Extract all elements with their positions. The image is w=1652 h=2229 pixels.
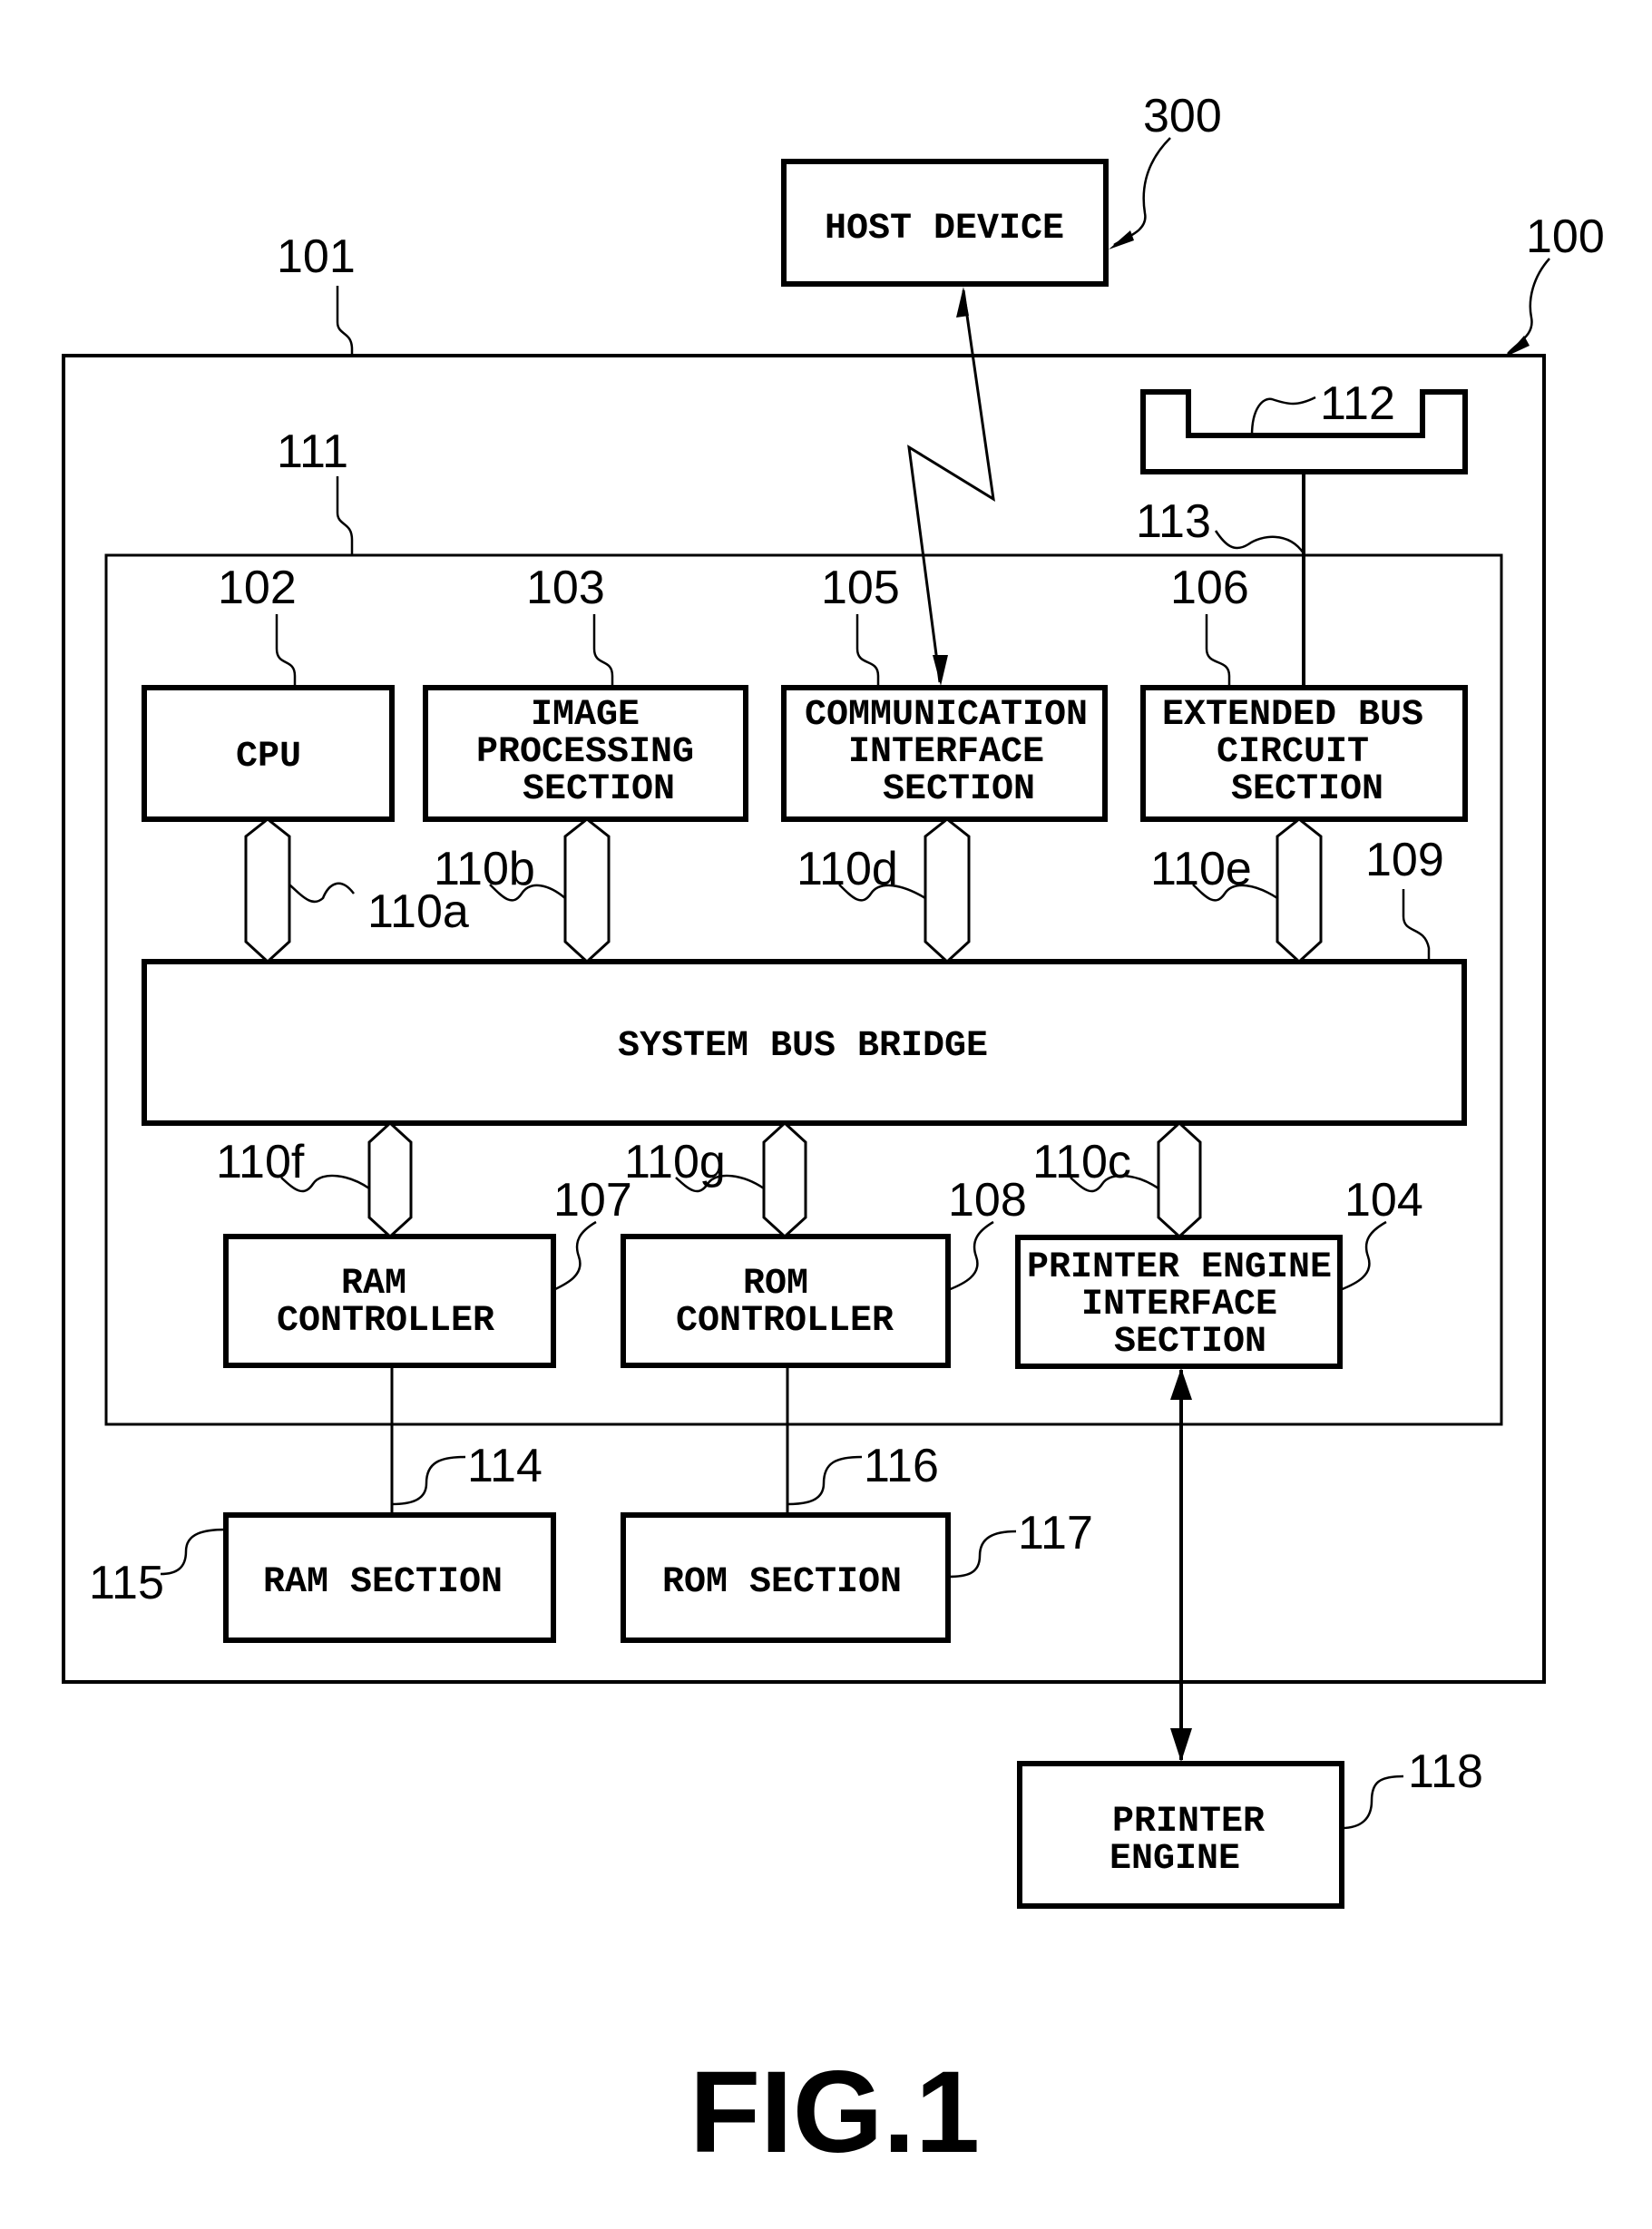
- ref-104: 104: [1344, 1174, 1423, 1227]
- ram-section-label: RAM SECTION: [263, 1562, 503, 1603]
- image-processing-label-2: PROCESSING: [476, 732, 694, 773]
- ref-102: 102: [218, 562, 297, 614]
- leader-105: [855, 614, 880, 688]
- ref-110g: 110g: [624, 1136, 726, 1188]
- rom-controller-label-1: ROM: [743, 1264, 808, 1305]
- leader-108: [947, 1220, 994, 1292]
- printer-engine-interface-label-2: INTERFACE: [1081, 1285, 1277, 1325]
- leader-103: [592, 614, 614, 688]
- leader-116: [787, 1455, 863, 1506]
- ref-115: 115: [89, 1557, 164, 1609]
- figure-caption: FIG.1: [689, 2048, 980, 2177]
- image-processing-label-1: IMAGE: [531, 695, 640, 736]
- ref-118: 118: [1408, 1745, 1483, 1798]
- ref-112: 112: [1320, 377, 1395, 430]
- leader-110a: [288, 882, 355, 904]
- expansion-slot-shape: [1140, 389, 1468, 474]
- arrow-up-host-icon: [956, 287, 969, 318]
- bus-connector-110d: [924, 817, 971, 964]
- wireless-link-line: [907, 289, 995, 683]
- arrow-down-printer-engine-icon: [1170, 1728, 1192, 1762]
- ref-117: 117: [1018, 1507, 1093, 1559]
- rom-controller-label-2: CONTROLLER: [676, 1301, 894, 1342]
- leader-111: [336, 476, 354, 555]
- ref-108: 108: [948, 1174, 1027, 1227]
- printer-engine-label-2: ENGINE: [1109, 1839, 1240, 1880]
- printer-engine-interface-label-1: PRINTER ENGINE: [1027, 1247, 1332, 1288]
- cpu-label: CPU: [236, 737, 301, 777]
- ref-103: 103: [526, 562, 605, 614]
- bus-connector-110e: [1276, 817, 1323, 964]
- rom-section-label: ROM SECTION: [662, 1562, 902, 1603]
- ref-110c: 110c: [1032, 1136, 1131, 1188]
- bus-connector-110g: [762, 1120, 807, 1239]
- leader-117: [947, 1530, 1017, 1579]
- bus-connector-110a: [244, 817, 291, 964]
- ref-114: 114: [467, 1440, 543, 1492]
- leader-112: [1250, 396, 1316, 436]
- system-bus-bridge-label: SYSTEM BUS BRIDGE: [618, 1026, 988, 1067]
- ref-300: 300: [1143, 90, 1222, 142]
- ref-110b: 110b: [434, 843, 535, 895]
- image-processing-label-3: SECTION: [523, 769, 675, 810]
- ref-101: 101: [277, 230, 356, 283]
- leader-106: [1205, 614, 1231, 688]
- ref-116: 116: [864, 1440, 939, 1492]
- communication-interface-label-1: COMMUNICATION: [805, 695, 1088, 736]
- extended-bus-label-2: CIRCUIT: [1217, 732, 1369, 773]
- communication-interface-label-2: INTERFACE: [848, 732, 1044, 773]
- extended-bus-label-1: EXTENDED BUS: [1162, 695, 1423, 736]
- leader-115: [160, 1528, 227, 1576]
- bus-connector-110f: [367, 1120, 413, 1239]
- host-device-label: HOST DEVICE: [825, 209, 1064, 249]
- ram-controller-label-1: RAM: [341, 1264, 406, 1305]
- arrow-up-printer-if-icon: [1170, 1368, 1192, 1400]
- leader-109: [1402, 889, 1431, 962]
- ref-110e: 110e: [1150, 843, 1252, 895]
- arrow-100-icon: [1506, 336, 1530, 357]
- bus-connector-110b: [563, 817, 611, 964]
- extended-bus-label-3: SECTION: [1231, 769, 1383, 810]
- communication-interface-label-3: SECTION: [883, 769, 1035, 810]
- ram-controller-label-2: CONTROLLER: [277, 1301, 494, 1342]
- ref-110d: 110d: [797, 843, 898, 895]
- ref-113: 113: [1136, 495, 1211, 548]
- ref-110f: 110f: [216, 1136, 305, 1188]
- arrow-down-comm-icon: [933, 655, 948, 686]
- leader-107: [552, 1220, 597, 1292]
- printer-engine-interface-label-3: SECTION: [1114, 1322, 1266, 1363]
- arrow-300-icon: [1109, 230, 1134, 249]
- leader-113: [1214, 530, 1305, 554]
- leader-101: [336, 286, 354, 356]
- ref-109: 109: [1365, 834, 1444, 886]
- leader-118: [1341, 1774, 1404, 1830]
- leader-114: [391, 1455, 466, 1506]
- leader-104: [1339, 1220, 1387, 1292]
- printer-engine-label-1: PRINTER: [1112, 1802, 1265, 1843]
- ref-107: 107: [553, 1174, 632, 1227]
- leader-300: [1113, 137, 1171, 247]
- bus-connector-110c: [1157, 1120, 1202, 1239]
- ref-105: 105: [821, 562, 900, 614]
- leader-100: [1507, 258, 1550, 355]
- block-diagram: HOST DEVICE CPU IMAGE PROCESSING SECTION…: [62, 90, 1605, 2177]
- ref-111: 111: [277, 425, 348, 478]
- ref-106: 106: [1170, 562, 1249, 614]
- leader-102: [275, 614, 297, 688]
- ref-100: 100: [1526, 210, 1605, 263]
